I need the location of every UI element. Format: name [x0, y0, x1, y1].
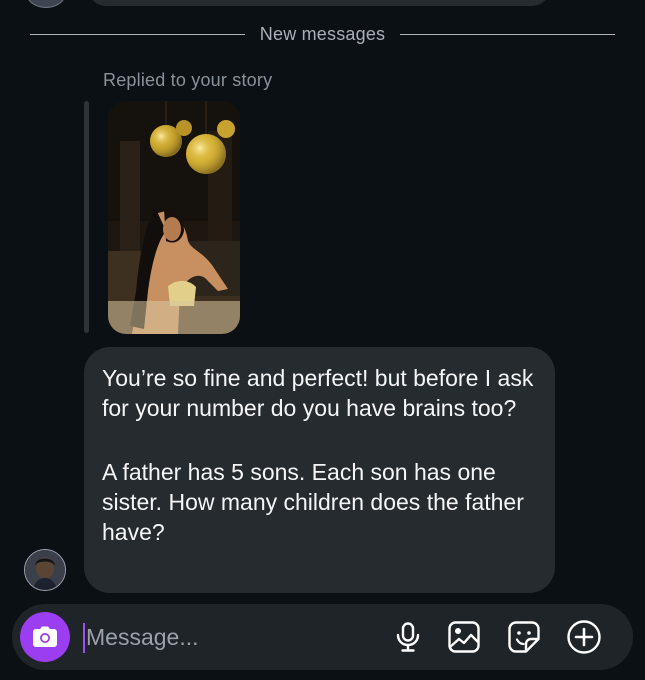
- reply-indicator-bar: [84, 101, 89, 333]
- new-messages-label: New messages: [259, 23, 386, 44]
- message-paragraph-1: You’re so fine and perfect! but before I…: [102, 365, 534, 421]
- message-composer: [12, 604, 633, 670]
- divider-line-left: [30, 33, 245, 35]
- chat-screen: New messages Replied to your story You’r…: [0, 0, 645, 680]
- sender-avatar[interactable]: [24, 549, 66, 591]
- message-input[interactable]: [86, 616, 386, 658]
- camera-icon: [33, 626, 57, 647]
- story-reply-label: Replied to your story: [103, 70, 273, 90]
- previous-sender-avatar: [26, 0, 66, 8]
- voice-message-button[interactable]: [390, 619, 426, 655]
- incoming-message-bubble[interactable]: You’re so fine and perfect! but before I…: [84, 347, 555, 593]
- divider-line-right: [400, 33, 616, 35]
- microphone-icon: [396, 622, 420, 652]
- more-actions-button[interactable]: [566, 619, 602, 655]
- message-paragraph-2: A father has 5 sons. Each son has one si…: [102, 459, 524, 545]
- text-caret: [83, 623, 85, 653]
- gallery-button[interactable]: [446, 619, 482, 655]
- sticker-button[interactable]: [506, 619, 542, 655]
- camera-button[interactable]: [20, 612, 70, 662]
- story-thumbnail[interactable]: [108, 101, 240, 334]
- sticker-icon: [508, 621, 540, 653]
- new-messages-divider: New messages: [30, 23, 616, 45]
- plus-circle-icon: [567, 620, 601, 654]
- gallery-icon: [448, 621, 480, 653]
- previous-message-bubble[interactable]: [88, 0, 550, 6]
